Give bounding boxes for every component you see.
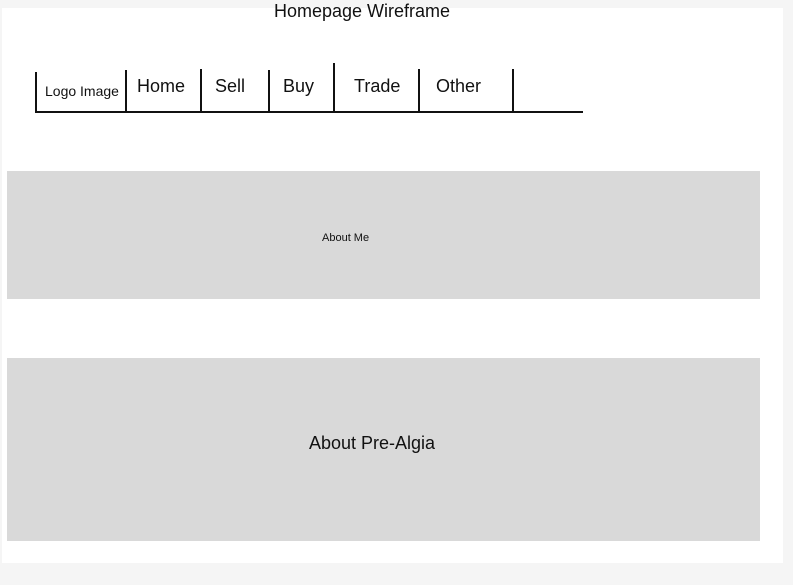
page-title-text: Homepage Wireframe — [274, 1, 451, 21]
nav-divider — [125, 70, 127, 113]
nav-divider — [418, 69, 420, 113]
nav-divider — [35, 72, 37, 113]
nav-divider — [512, 69, 514, 113]
about-pre-algia-section: About Pre-Algia — [7, 358, 760, 541]
nav-item-sell[interactable]: Sell — [215, 76, 245, 97]
nav-divider — [333, 63, 335, 113]
about-me-section: About Me — [7, 171, 760, 299]
nav-item-buy[interactable]: Buy — [283, 76, 314, 97]
nav-divider — [268, 70, 270, 113]
page-title: Homepage Wireframe — [0, 0, 793, 22]
nav-item-trade[interactable]: Trade — [354, 76, 400, 97]
about-pre-algia-label: About Pre-Algia — [309, 433, 436, 453]
logo-image-placeholder[interactable]: Logo Image — [45, 83, 119, 99]
nav-baseline — [36, 111, 583, 113]
about-me-label: About Me — [322, 232, 370, 244]
nav-divider — [200, 69, 202, 113]
nav-item-home[interactable]: Home — [137, 76, 185, 97]
nav-item-other[interactable]: Other — [436, 76, 481, 97]
